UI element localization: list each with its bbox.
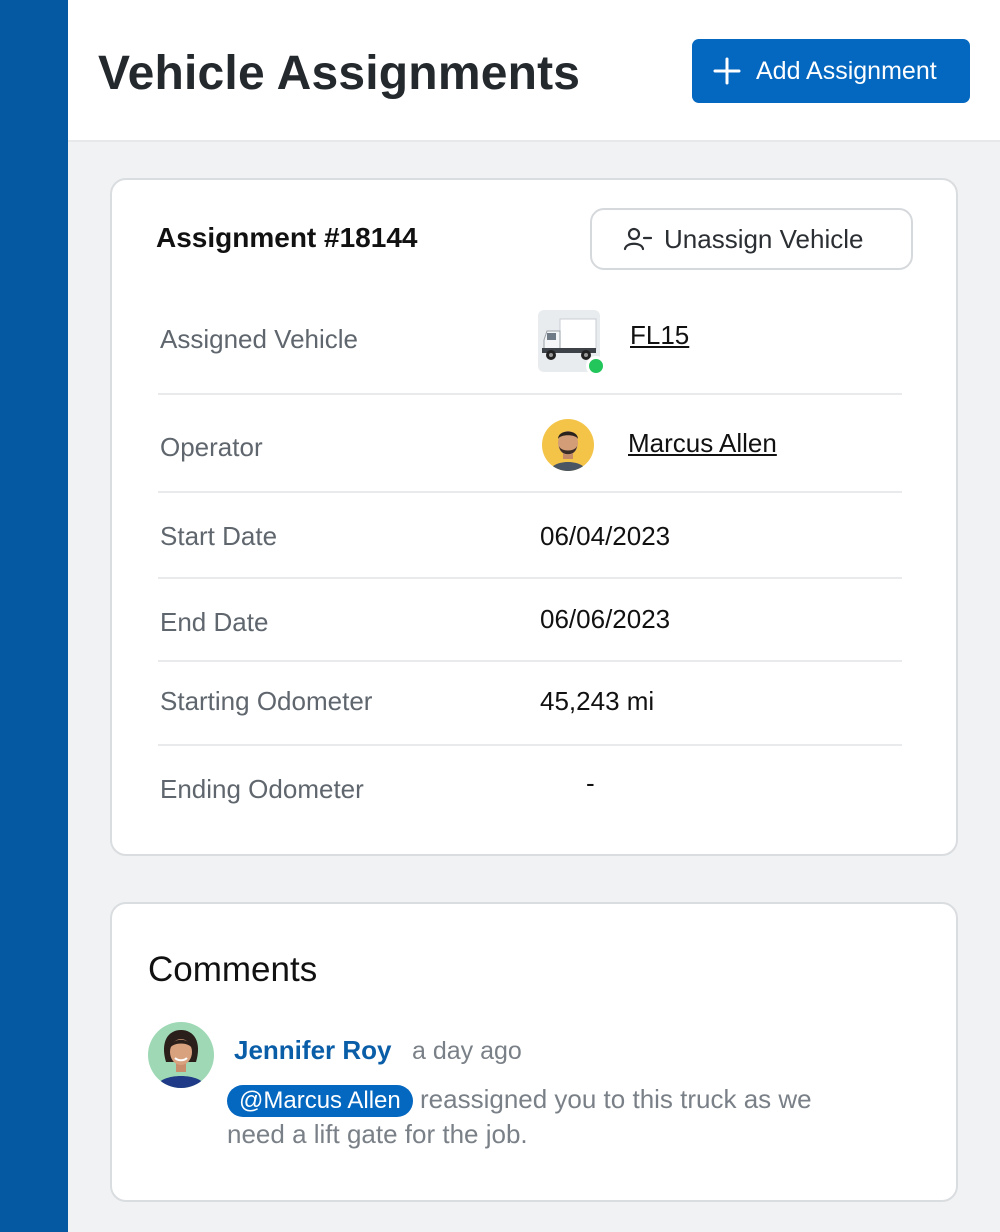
unassign-vehicle-label: Unassign Vehicle (664, 223, 864, 254)
comments-card: Comments Jennifer Roy a day ago @Marcus … (110, 902, 958, 1202)
page-header: Vehicle Assignments Add Assignment (68, 0, 1000, 142)
vehicle-link[interactable]: FL15 (630, 320, 689, 351)
add-assignment-label: Add Assignment (756, 56, 937, 85)
starting-odometer-value: 45,243 mi (540, 686, 655, 716)
start-date-value: 06/04/2023 (540, 521, 671, 551)
row-start-date: Start Date 06/04/2023 (158, 493, 902, 579)
ending-odometer-value: - (586, 768, 595, 798)
row-label: Ending Odometer (160, 774, 364, 804)
commenter-avatar[interactable] (148, 1022, 214, 1088)
comment-body: @Marcus Allen reassigned you to this tru… (227, 1082, 827, 1152)
vehicle-thumbnail[interactable] (538, 310, 606, 376)
row-ending-odometer: Ending Odometer - (158, 746, 902, 836)
row-label: Operator (160, 432, 263, 462)
row-starting-odometer: Starting Odometer 45,243 mi (158, 662, 902, 746)
page-title: Vehicle Assignments (98, 47, 581, 100)
vehicle-status-dot (586, 356, 606, 376)
operator-avatar[interactable] (542, 419, 594, 471)
user-minus-icon (623, 227, 652, 251)
unassign-vehicle-button[interactable]: Unassign Vehicle (590, 208, 913, 270)
row-label: Start Date (160, 521, 278, 551)
mention-badge[interactable]: @Marcus Allen (227, 1085, 413, 1117)
comments-title: Comments (148, 950, 318, 989)
plus-icon (713, 57, 741, 85)
row-label: End Date (160, 607, 269, 637)
add-assignment-button[interactable]: Add Assignment (692, 39, 970, 103)
row-label: Assigned Vehicle (160, 324, 359, 354)
row-operator: Operator Marcus Allen (158, 395, 902, 493)
row-label: Starting Odometer (160, 686, 373, 716)
comment-timestamp: a day ago (412, 1037, 522, 1065)
comment-author[interactable]: Jennifer Roy (234, 1035, 392, 1066)
assignment-card: Assignment #18144 Unassign Vehicle Assig… (110, 178, 958, 856)
operator-link[interactable]: Marcus Allen (628, 428, 777, 459)
app-sidebar (0, 0, 68, 1232)
assignment-title: Assignment #18144 (156, 222, 418, 253)
end-date-value: 06/06/2023 (540, 604, 671, 634)
row-assigned-vehicle: Assigned Vehicle FL15 (158, 290, 902, 395)
row-end-date: End Date 06/06/2023 (158, 579, 902, 662)
